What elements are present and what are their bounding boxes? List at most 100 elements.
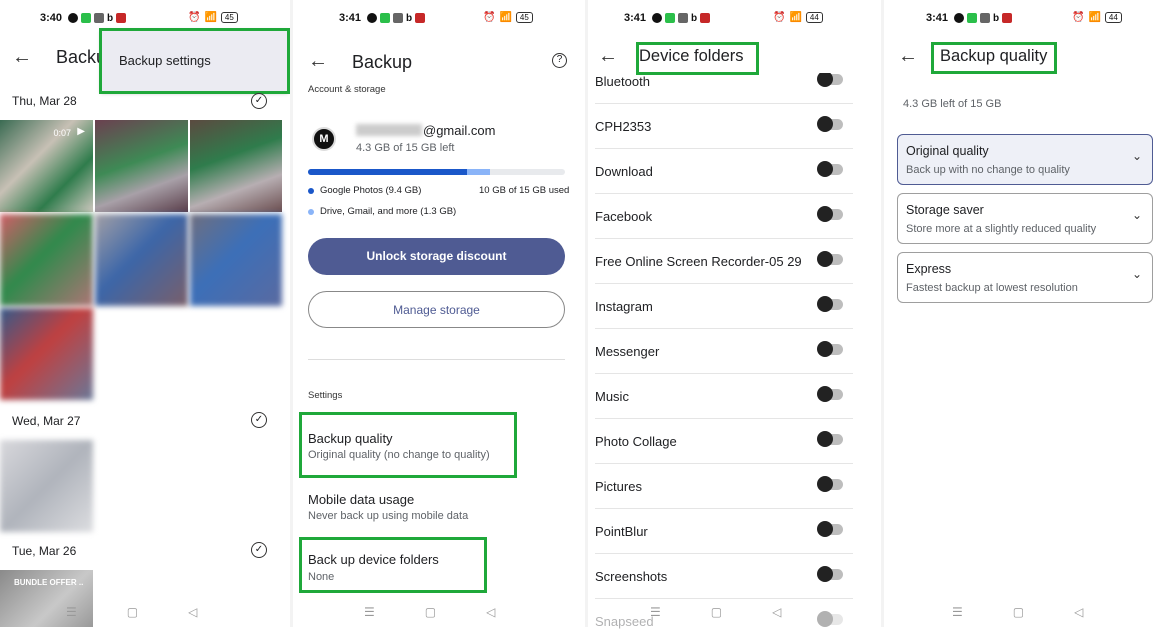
system-back-icon[interactable]: ◁ <box>486 605 495 619</box>
quality-option-storage-saver[interactable]: Storage saver Store more at a slightly r… <box>897 193 1153 244</box>
home-icon[interactable]: ▢ <box>425 605 436 619</box>
divider <box>308 359 565 360</box>
back-arrow-icon[interactable]: ← <box>12 46 32 69</box>
recents-icon[interactable]: ☰ <box>66 605 77 619</box>
folder-name: Free Online Screen Recorder-05 29 <box>595 254 802 269</box>
legend-used: 10 GB of 15 GB used <box>479 185 570 196</box>
select-day-icon[interactable]: ✓ <box>251 412 267 428</box>
folder-row[interactable]: Facebook <box>595 194 853 239</box>
highlight-box <box>299 537 487 593</box>
date-header: Thu, Mar 28 <box>12 94 77 108</box>
photo-thumbnail[interactable] <box>190 214 282 306</box>
battery-indicator: 44 <box>805 12 823 23</box>
setting-mobile-data-usage[interactable]: Mobile data usage Never back up using mo… <box>299 484 569 528</box>
panel-backup: 3:41 b ⏰ 📶 45 ← Backup ? Account & stora… <box>293 0 587 627</box>
folder-toggle[interactable] <box>817 341 843 357</box>
select-day-icon[interactable]: ✓ <box>251 542 267 558</box>
status-indicators: ⏰ 📶 44 <box>1072 12 1122 23</box>
folder-toggle[interactable] <box>817 476 843 492</box>
folder-name: Download <box>595 164 653 179</box>
storage-bar-photos <box>308 169 468 175</box>
folder-toggle[interactable] <box>817 386 843 402</box>
folder-row[interactable]: Instagram <box>595 284 853 329</box>
home-icon[interactable]: ▢ <box>1013 605 1024 619</box>
system-back-icon[interactable]: ◁ <box>772 605 781 619</box>
folder-name: Bluetooth <box>595 74 650 89</box>
status-time: 3:40 <box>40 12 63 24</box>
folder-toggle[interactable] <box>817 161 843 177</box>
folder-toggle[interactable] <box>817 206 843 222</box>
back-arrow-icon[interactable]: ← <box>308 50 328 73</box>
account-email: @gmail.com <box>423 123 496 138</box>
unlock-storage-discount-button[interactable]: Unlock storage discount <box>308 238 565 275</box>
storage-bar <box>308 169 565 175</box>
folder-toggle[interactable] <box>817 116 843 132</box>
battery-indicator: 44 <box>1104 12 1122 23</box>
folder-toggle[interactable] <box>817 566 843 582</box>
folder-row[interactable]: Photo Collage <box>595 419 853 464</box>
folder-row[interactable]: Free Online Screen Recorder-05 29 <box>595 239 853 284</box>
status-bar: 3:41 b <box>624 12 711 24</box>
folder-row[interactable]: Music <box>595 374 853 419</box>
folder-row[interactable]: Pictures <box>595 464 853 509</box>
highlight-box <box>636 42 759 75</box>
photo-thumbnail[interactable] <box>190 120 282 212</box>
photo-thumbnail[interactable] <box>0 308 93 400</box>
back-arrow-icon[interactable]: ← <box>598 45 618 68</box>
settings-section-label: Settings <box>308 390 343 401</box>
quality-option-original[interactable]: Original quality Back up with no change … <box>897 134 1153 185</box>
system-back-icon[interactable]: ◁ <box>1074 605 1083 619</box>
storage-left: 4.3 GB of 15 GB left <box>356 142 455 154</box>
status-app-icons: b <box>652 13 711 24</box>
battery-indicator: 45 <box>515 12 533 23</box>
help-icon[interactable]: ? <box>552 53 567 68</box>
folder-toggle[interactable] <box>817 251 843 267</box>
folder-toggle[interactable] <box>817 611 843 627</box>
highlight-box <box>99 28 290 94</box>
battery-indicator: 45 <box>220 12 238 23</box>
wifi-icon: 📶 <box>499 12 512 23</box>
panel-backup-quality: 3:41 b ⏰ 📶 44 ← Backup quality 4.3 GB le… <box>884 0 1166 627</box>
home-icon[interactable]: ▢ <box>711 605 722 619</box>
folder-toggle[interactable] <box>817 296 843 312</box>
panel-divider <box>585 0 588 627</box>
photo-thumbnail[interactable] <box>0 440 93 532</box>
folder-row[interactable]: Messenger <box>595 329 853 374</box>
folder-row[interactable]: PointBlur <box>595 509 853 554</box>
email-redacted <box>356 124 422 136</box>
folder-toggle[interactable] <box>817 73 843 87</box>
quality-option-express[interactable]: Express Fastest backup at lowest resolut… <box>897 252 1153 303</box>
folder-toggle[interactable] <box>817 521 843 537</box>
storage-left: 4.3 GB left of 15 GB <box>903 98 1002 110</box>
back-arrow-icon[interactable]: ← <box>898 45 918 68</box>
folder-name: CPH2353 <box>595 119 652 134</box>
account-section-label: Account & storage <box>308 84 386 95</box>
folder-name: Instagram <box>595 299 653 314</box>
recents-icon[interactable]: ☰ <box>952 605 963 619</box>
video-thumbnail[interactable]: 0:07 ▶ <box>0 120 93 212</box>
folder-name: Messenger <box>595 344 660 359</box>
system-back-icon[interactable]: ◁ <box>188 605 197 619</box>
home-icon[interactable]: ▢ <box>127 605 138 619</box>
date-header: Tue, Mar 26 <box>12 544 77 558</box>
photo-thumbnail[interactable] <box>0 214 93 306</box>
folder-row[interactable]: Download <box>595 149 853 194</box>
manage-storage-button[interactable]: Manage storage <box>308 291 565 328</box>
status-indicators: ⏰ 📶 45 <box>188 12 238 23</box>
status-time: 3:41 <box>926 12 949 24</box>
folder-row[interactable]: CPH2353 <box>595 104 853 149</box>
photo-thumbnail[interactable] <box>95 214 188 306</box>
play-icon: ▶ <box>77 126 85 137</box>
status-indicators: ⏰ 📶 44 <box>773 12 823 23</box>
folder-toggle[interactable] <box>817 431 843 447</box>
recents-icon[interactable]: ☰ <box>364 605 375 619</box>
select-day-icon[interactable]: ✓ <box>251 93 267 109</box>
status-app-icons: b <box>68 13 127 24</box>
system-nav-bar: ☰ ▢ ◁ <box>364 605 495 619</box>
folder-name: Photo Collage <box>595 434 677 449</box>
folder-row[interactable]: Screenshots <box>595 554 853 599</box>
photo-thumbnail[interactable] <box>95 120 188 212</box>
page-title: Backup <box>352 52 413 72</box>
chevron-down-icon: ⌄ <box>1131 267 1142 281</box>
recents-icon[interactable]: ☰ <box>650 605 661 619</box>
